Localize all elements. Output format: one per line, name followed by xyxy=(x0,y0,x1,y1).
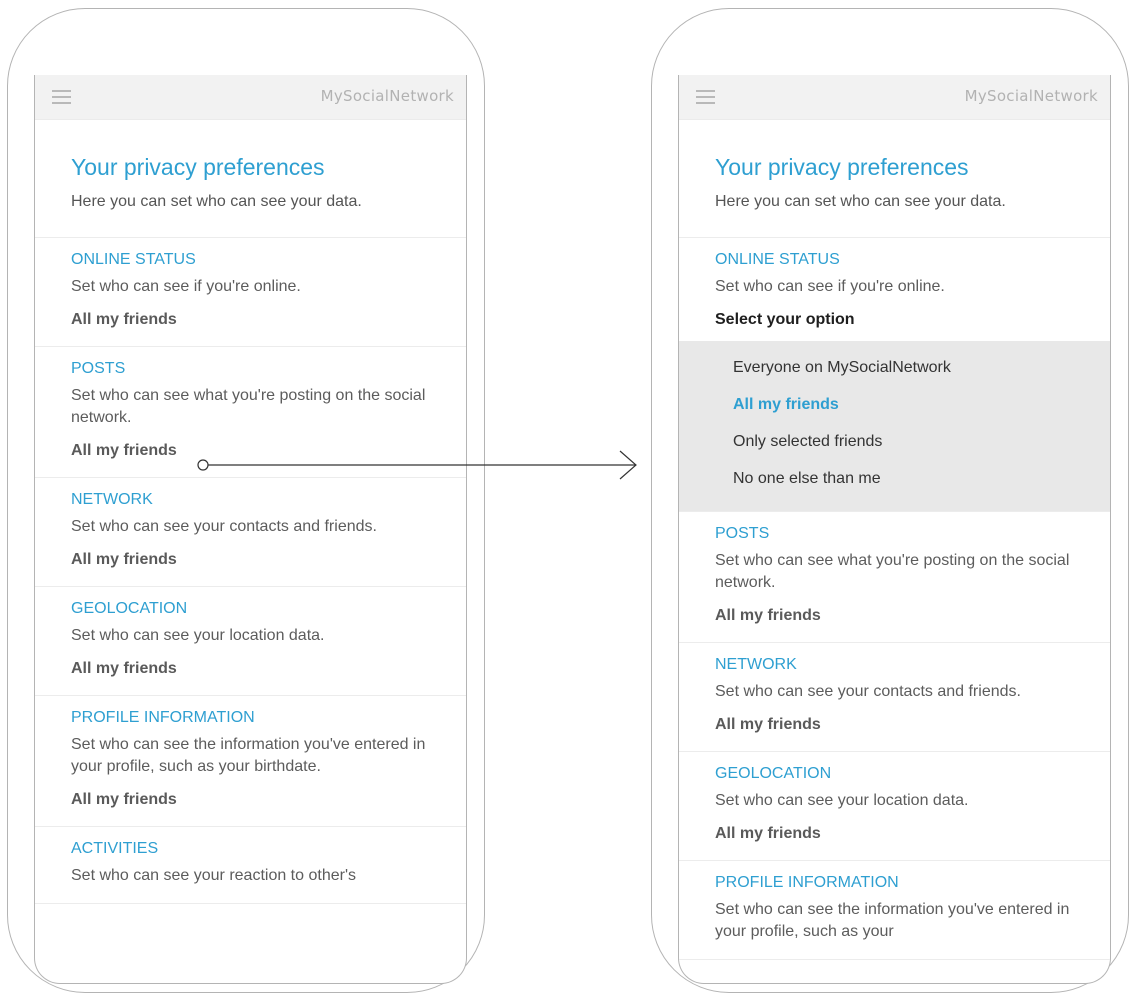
section-description: Set who can see what you're posting on t… xyxy=(71,387,426,426)
section-value[interactable]: All my friends xyxy=(715,715,1074,735)
section-description: Set who can see what you're posting on t… xyxy=(715,552,1070,591)
section-title: NETWORK xyxy=(715,656,797,673)
section-description: Set who can see the information you've e… xyxy=(71,736,426,775)
section-geolocation[interactable]: GEOLOCATION Set who can see your locatio… xyxy=(35,587,466,696)
brand-title: MySocialNetwork xyxy=(964,87,1098,105)
section-title: POSTS xyxy=(715,525,770,542)
flow-arrow-origin-dot xyxy=(197,459,209,471)
section-value[interactable]: All my friends xyxy=(71,659,430,679)
section-profile-information[interactable]: PROFILE INFORMATION Set who can see the … xyxy=(35,696,466,827)
brand-title: MySocialNetwork xyxy=(320,87,454,105)
section-value[interactable]: All my friends xyxy=(715,606,1074,626)
section-description: Set who can see your location data. xyxy=(71,627,325,644)
section-title: PROFILE INFORMATION xyxy=(71,709,255,726)
option-all-my-friends-selected[interactable]: All my friends xyxy=(679,386,1110,423)
section-network[interactable]: NETWORK Set who can see your contacts an… xyxy=(35,478,466,587)
select-option-label: Select your option xyxy=(715,311,855,328)
phone-frame-left: MySocialNetwork Your privacy preferences… xyxy=(7,8,485,993)
section-online-status-expanded[interactable]: ONLINE STATUS Set who can see if you're … xyxy=(679,238,1110,512)
page-header: Your privacy preferences Here you can se… xyxy=(35,120,466,238)
page-header: Your privacy preferences Here you can se… xyxy=(679,120,1110,238)
section-title: GEOLOCATION xyxy=(715,765,832,782)
section-description: Set who can see your contacts and friend… xyxy=(715,683,1021,700)
section-description: Set who can see if you're online. xyxy=(715,278,945,295)
section-geolocation[interactable]: GEOLOCATION Set who can see your locatio… xyxy=(679,752,1110,861)
phone-frame-right: MySocialNetwork Your privacy preferences… xyxy=(651,8,1129,993)
screen-right: MySocialNetwork Your privacy preferences… xyxy=(678,75,1111,984)
option-everyone[interactable]: Everyone on MySocialNetwork xyxy=(679,349,1110,386)
section-profile-information[interactable]: PROFILE INFORMATION Set who can see the … xyxy=(679,861,1110,960)
section-description: Set who can see if you're online. xyxy=(71,278,301,295)
page-title: Your privacy preferences xyxy=(71,154,325,180)
page-subtitle: Here you can set who can see your data. xyxy=(71,193,362,210)
section-title: NETWORK xyxy=(71,491,153,508)
section-value[interactable]: All my friends xyxy=(71,310,430,330)
section-value[interactable]: All my friends xyxy=(715,824,1074,844)
app-bar: MySocialNetwork xyxy=(35,75,466,120)
section-posts[interactable]: POSTS Set who can see what you're postin… xyxy=(679,512,1110,643)
section-title: GEOLOCATION xyxy=(71,600,188,617)
page-title: Your privacy preferences xyxy=(715,154,969,180)
hamburger-menu-icon[interactable] xyxy=(696,90,715,104)
section-title: ONLINE STATUS xyxy=(71,251,196,268)
section-description: Set who can see your location data. xyxy=(715,792,969,809)
option-dropdown-list: Everyone on MySocialNetwork All my frien… xyxy=(679,341,1110,511)
section-description: Set who can see your reaction to other's xyxy=(71,867,356,884)
section-online-status[interactable]: ONLINE STATUS Set who can see if you're … xyxy=(35,238,466,347)
option-no-one-else[interactable]: No one else than me xyxy=(679,460,1110,497)
app-bar: MySocialNetwork xyxy=(679,75,1110,120)
section-value[interactable]: All my friends xyxy=(71,550,430,570)
page-subtitle: Here you can set who can see your data. xyxy=(715,193,1006,210)
screen-left: MySocialNetwork Your privacy preferences… xyxy=(34,75,467,984)
section-title: ONLINE STATUS xyxy=(715,251,840,268)
section-activities[interactable]: ACTIVITIES Set who can see your reaction… xyxy=(35,827,466,904)
section-network[interactable]: NETWORK Set who can see your contacts an… xyxy=(679,643,1110,752)
section-title: POSTS xyxy=(71,360,126,377)
option-only-selected-friends[interactable]: Only selected friends xyxy=(679,423,1110,460)
section-value[interactable]: All my friends xyxy=(71,790,430,810)
section-description: Set who can see the information you've e… xyxy=(715,901,1070,940)
section-title: ACTIVITIES xyxy=(71,840,159,857)
flow-arrow xyxy=(197,450,637,480)
section-description: Set who can see your contacts and friend… xyxy=(71,518,377,535)
section-title: PROFILE INFORMATION xyxy=(715,874,899,891)
hamburger-menu-icon[interactable] xyxy=(52,90,71,104)
